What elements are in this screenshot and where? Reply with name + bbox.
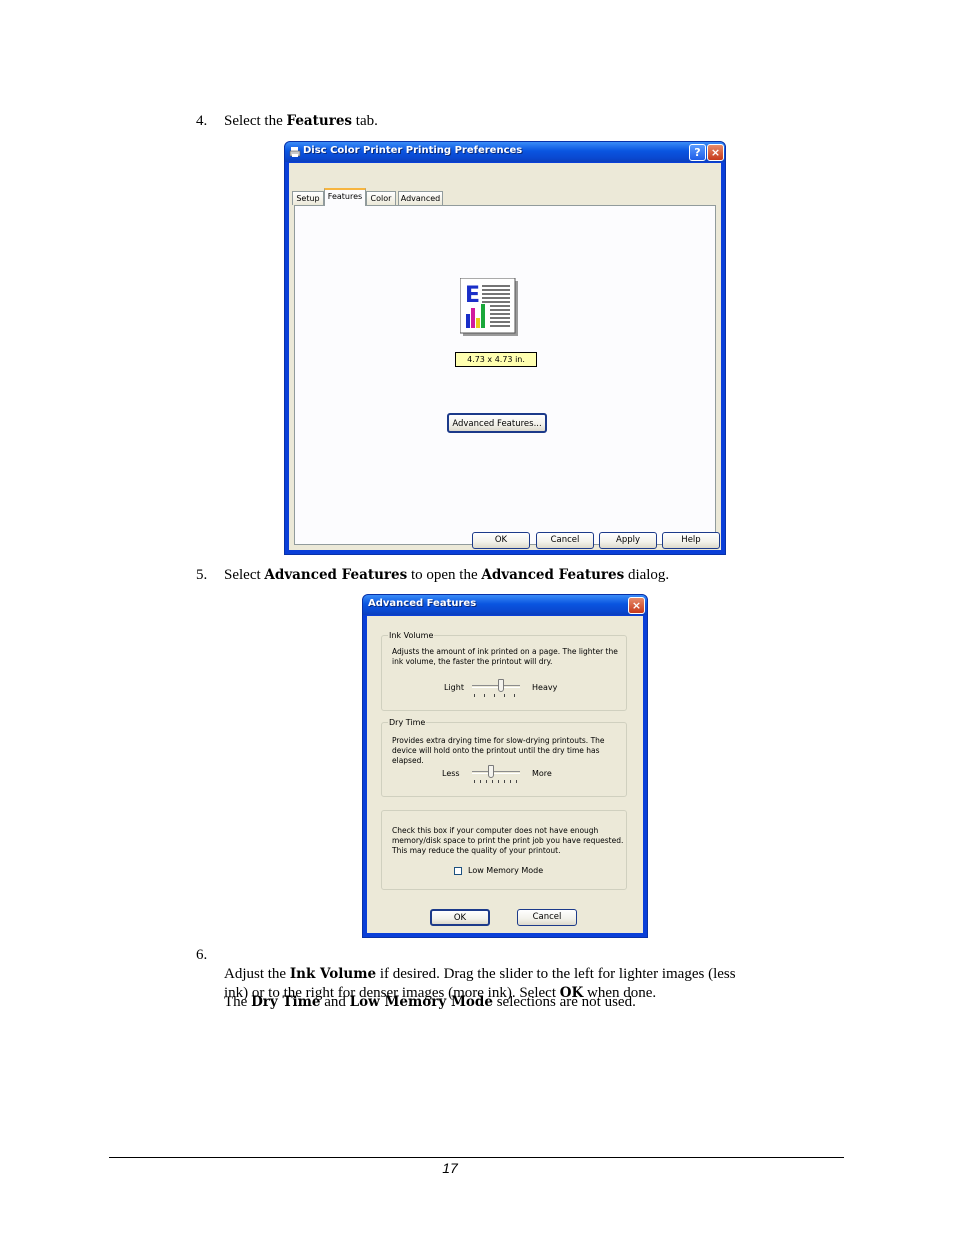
dry-time-min-label: Less [442,769,460,778]
step-4: 4. Select the Features tab. [196,112,796,131]
dry-time-legend: Dry Time [388,717,427,728]
step-5: 5. Select Advanced Features to open the … [196,566,796,585]
step-bold: Advanced Features [264,567,408,583]
step-text: to open the [407,567,482,583]
help-button[interactable]: Help [662,532,720,549]
cancel-button[interactable]: Cancel [517,909,577,926]
low-memory-mode-label[interactable]: Low Memory Mode [468,866,543,876]
features-tab-panel: E 4.73 x 4.73 in. Advanced Features... [294,205,716,545]
dry-time-group: Dry Time Provides extra drying time for … [381,717,627,797]
ok-button[interactable]: OK [430,909,490,926]
note-bold: Low Memory Mode [349,994,493,1010]
ink-volume-legend: Ink Volume [388,630,435,641]
step-6: 6. Adjust the Ink Volume if desired. Dra… [196,946,836,1001]
note-text: The [224,994,252,1010]
note-text: and [320,994,350,1010]
document-preview-icon: E [460,278,518,336]
step-number: 5. [196,567,208,583]
dry-time-description: Provides extra drying time for slow-dryi… [392,736,605,765]
note-paragraph: The Dry Time and Low Memory Mode selecti… [224,993,636,1012]
slider-tick [492,780,493,783]
tab-setup[interactable]: Setup [292,191,324,205]
slider-tick [474,780,475,783]
advanced-features-button[interactable]: Advanced Features... [447,413,547,433]
apply-button[interactable]: Apply [599,532,657,549]
slider-tick [486,780,487,783]
svg-text:E: E [465,283,480,308]
title-bar[interactable]: Disc Color Printer Printing Preferences … [285,142,725,162]
tab-features[interactable]: Features [324,188,366,206]
note-bold: Dry Time [251,994,321,1010]
ink-volume-min-label: Light [444,683,464,692]
slider-tick [494,694,495,697]
ink-volume-slider[interactable] [470,679,522,701]
advanced-features-window: Advanced Features × Ink Volume Adjusts t… [362,594,648,938]
window-title: Advanced Features [368,598,477,609]
printing-preferences-window: Disc Color Printer Printing Preferences … [284,141,726,555]
memory-group: Check this box if your computer does not… [381,810,627,890]
ink-volume-description: Adjusts the amount of ink printed on a p… [392,647,618,666]
ink-volume-max-label: Heavy [532,683,558,692]
slider-tick [498,780,499,783]
slider-tick [510,780,511,783]
slider-thumb[interactable] [488,765,495,778]
step-text: if desired. Drag the slider to the left … [376,966,736,982]
page-number: 17 [442,1160,458,1176]
tab-advanced[interactable]: Advanced [398,191,443,205]
slider-track [472,685,520,688]
step-bold: Features [286,113,353,129]
close-icon[interactable]: × [707,144,724,161]
dialog-body: Setup Features Color Advanced E 4.73 x 4… [289,163,721,550]
slider-tick [504,780,505,783]
step-bold: Ink Volume [289,966,377,982]
step-number: 6. [196,947,208,963]
ink-volume-group: Ink Volume Adjusts the amount of ink pri… [381,630,627,711]
memory-description: Check this box if your computer does not… [392,826,624,855]
slider-tick [504,694,505,697]
step-text: Adjust the [224,966,290,982]
dialog-body: Ink Volume Adjusts the amount of ink pri… [367,616,643,933]
title-bar[interactable]: Advanced Features × [363,595,647,615]
slider-tick [516,780,517,783]
close-icon[interactable]: × [628,597,645,614]
slider-tick [484,694,485,697]
help-icon[interactable]: ? [689,144,706,161]
cancel-button[interactable]: Cancel [536,532,594,549]
step-text: tab. [352,113,378,129]
size-label: 4.73 x 4.73 in. [455,352,537,367]
tab-color[interactable]: Color [366,191,396,205]
step-number: 4. [196,113,208,129]
footer-rule [109,1157,844,1158]
dry-time-max-label: More [532,769,552,778]
step-text: dialog. [624,567,670,583]
dry-time-slider[interactable] [470,765,522,787]
step-text: Select the [224,113,287,129]
slider-tick [480,780,481,783]
step-text: Select [224,567,265,583]
window-title: Disc Color Printer Printing Preferences [303,145,523,156]
low-memory-mode-checkbox[interactable] [454,867,462,875]
slider-track [472,771,520,774]
note-text: selections are not used. [492,994,636,1010]
slider-tick [474,694,475,697]
slider-tick [514,694,515,697]
step-bold: Advanced Features [481,567,625,583]
slider-thumb[interactable] [497,679,504,692]
ok-button[interactable]: OK [472,532,530,549]
printer-icon [289,147,301,157]
